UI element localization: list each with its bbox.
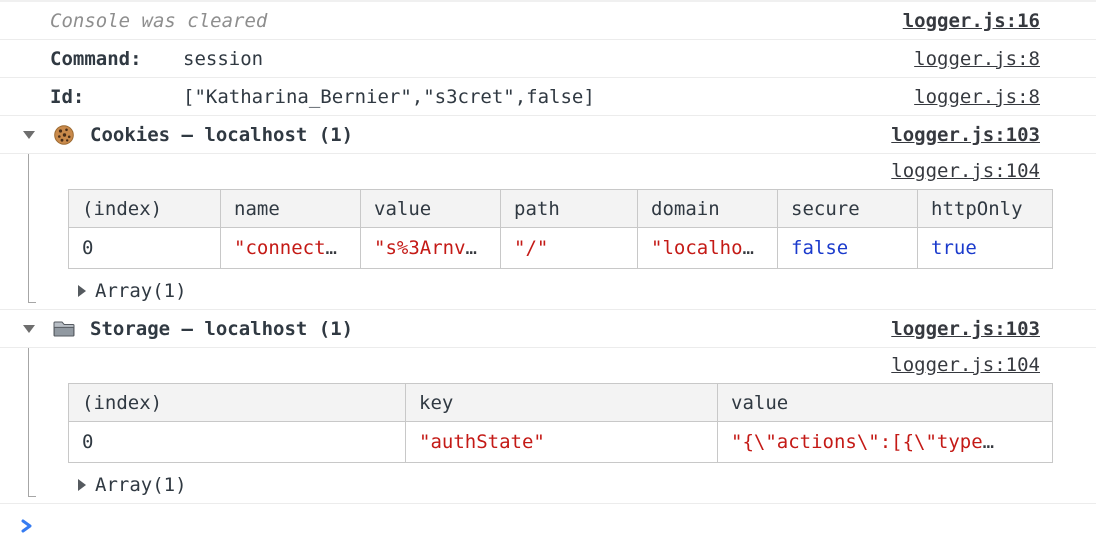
cookies-group-header[interactable]: Cookies – localhost (1) logger.js:103 xyxy=(0,116,1096,154)
table-cell: false xyxy=(778,228,918,269)
console-message-id: Id: ["Katharina_Bernier","s3cret",false]… xyxy=(0,78,1096,116)
cookie-icon xyxy=(53,124,75,146)
column-header: path xyxy=(501,190,638,228)
table-cell: "connect… xyxy=(221,228,361,269)
source-link-cookies[interactable]: logger.js:103 xyxy=(891,124,1040,146)
expand-triangle-icon[interactable] xyxy=(78,479,86,491)
column-header: domain xyxy=(638,190,778,228)
storage-group-title: Storage – localhost (1) xyxy=(90,318,353,340)
table-row: 0"connect…"s%3Arnv…"/""localho…falsetrue xyxy=(69,228,1053,269)
cookies-table: (index)namevaluepathdomainsecurehttpOnly… xyxy=(68,189,1053,269)
source-link-cleared[interactable]: logger.js:16 xyxy=(903,10,1040,32)
group-indent-guide xyxy=(28,348,36,497)
cookies-array-label: Array(1) xyxy=(95,280,187,302)
storage-group: Storage – localhost (1) logger.js:103 lo… xyxy=(0,310,1096,504)
storage-table: (index)keyvalue0"authState""{\"actions\"… xyxy=(68,383,1053,463)
id-value: ["Katharina_Bernier","s3cret",false] xyxy=(183,86,595,108)
storage-log-row: logger.js:104 xyxy=(0,348,1096,382)
column-header: secure xyxy=(778,190,918,228)
command-label: Command: xyxy=(50,48,183,70)
source-link-storage[interactable]: logger.js:103 xyxy=(891,318,1040,340)
table-cell: "authState" xyxy=(406,422,718,463)
table-cell: 0 xyxy=(69,228,221,269)
storage-array-label: Array(1) xyxy=(95,474,187,496)
column-header: value xyxy=(361,190,501,228)
column-header: httpOnly xyxy=(918,190,1053,228)
cookies-group: Cookies – localhost (1) logger.js:103 lo… xyxy=(0,116,1096,310)
storage-group-header[interactable]: Storage – localhost (1) logger.js:103 xyxy=(0,310,1096,348)
table-row: 0"authState""{\"actions\":[{\"type… xyxy=(69,422,1053,463)
column-header: key xyxy=(406,384,718,422)
collapse-triangle-icon[interactable] xyxy=(23,325,35,333)
table-cell: "{\"actions\":[{\"type… xyxy=(718,422,1053,463)
source-link-storage-table[interactable]: logger.js:104 xyxy=(891,354,1040,376)
source-link-cookies-table[interactable]: logger.js:104 xyxy=(891,160,1040,182)
column-header: name xyxy=(221,190,361,228)
table-cell: "/" xyxy=(501,228,638,269)
table-cell: 0 xyxy=(69,422,406,463)
folder-icon xyxy=(53,318,75,340)
column-header: (index) xyxy=(69,384,406,422)
source-link-command[interactable]: logger.js:8 xyxy=(914,48,1040,70)
collapse-triangle-icon[interactable] xyxy=(23,131,35,139)
cookies-group-title: Cookies – localhost (1) xyxy=(90,124,353,146)
console-prompt[interactable] xyxy=(0,504,1096,548)
column-header: value xyxy=(718,384,1053,422)
column-header: (index) xyxy=(69,190,221,228)
group-indent-guide xyxy=(28,154,36,303)
prompt-chevron-icon xyxy=(19,517,35,535)
table-cell: "localho… xyxy=(638,228,778,269)
table-header-row: (index)keyvalue xyxy=(69,384,1053,422)
table-header-row: (index)namevaluepathdomainsecurehttpOnly xyxy=(69,190,1053,228)
cookies-array-toggle[interactable]: Array(1) xyxy=(0,275,1096,307)
cleared-text: Console was cleared xyxy=(50,10,267,32)
console-message-cleared: Console was cleared logger.js:16 xyxy=(0,0,1096,40)
command-value: session xyxy=(183,48,263,70)
storage-group-body: logger.js:104 (index)keyvalue0"authState… xyxy=(0,348,1096,504)
cookies-log-row: logger.js:104 xyxy=(0,154,1096,188)
console-message-command: Command: session logger.js:8 xyxy=(0,40,1096,78)
source-link-id[interactable]: logger.js:8 xyxy=(914,86,1040,108)
expand-triangle-icon[interactable] xyxy=(78,285,86,297)
console-panel: Console was cleared logger.js:16 Command… xyxy=(0,0,1096,548)
table-cell: true xyxy=(918,228,1053,269)
cookies-group-body: logger.js:104 (index)namevaluepathdomain… xyxy=(0,154,1096,310)
id-label: Id: xyxy=(50,86,183,108)
storage-array-toggle[interactable]: Array(1) xyxy=(0,469,1096,501)
table-cell: "s%3Arnv… xyxy=(361,228,501,269)
